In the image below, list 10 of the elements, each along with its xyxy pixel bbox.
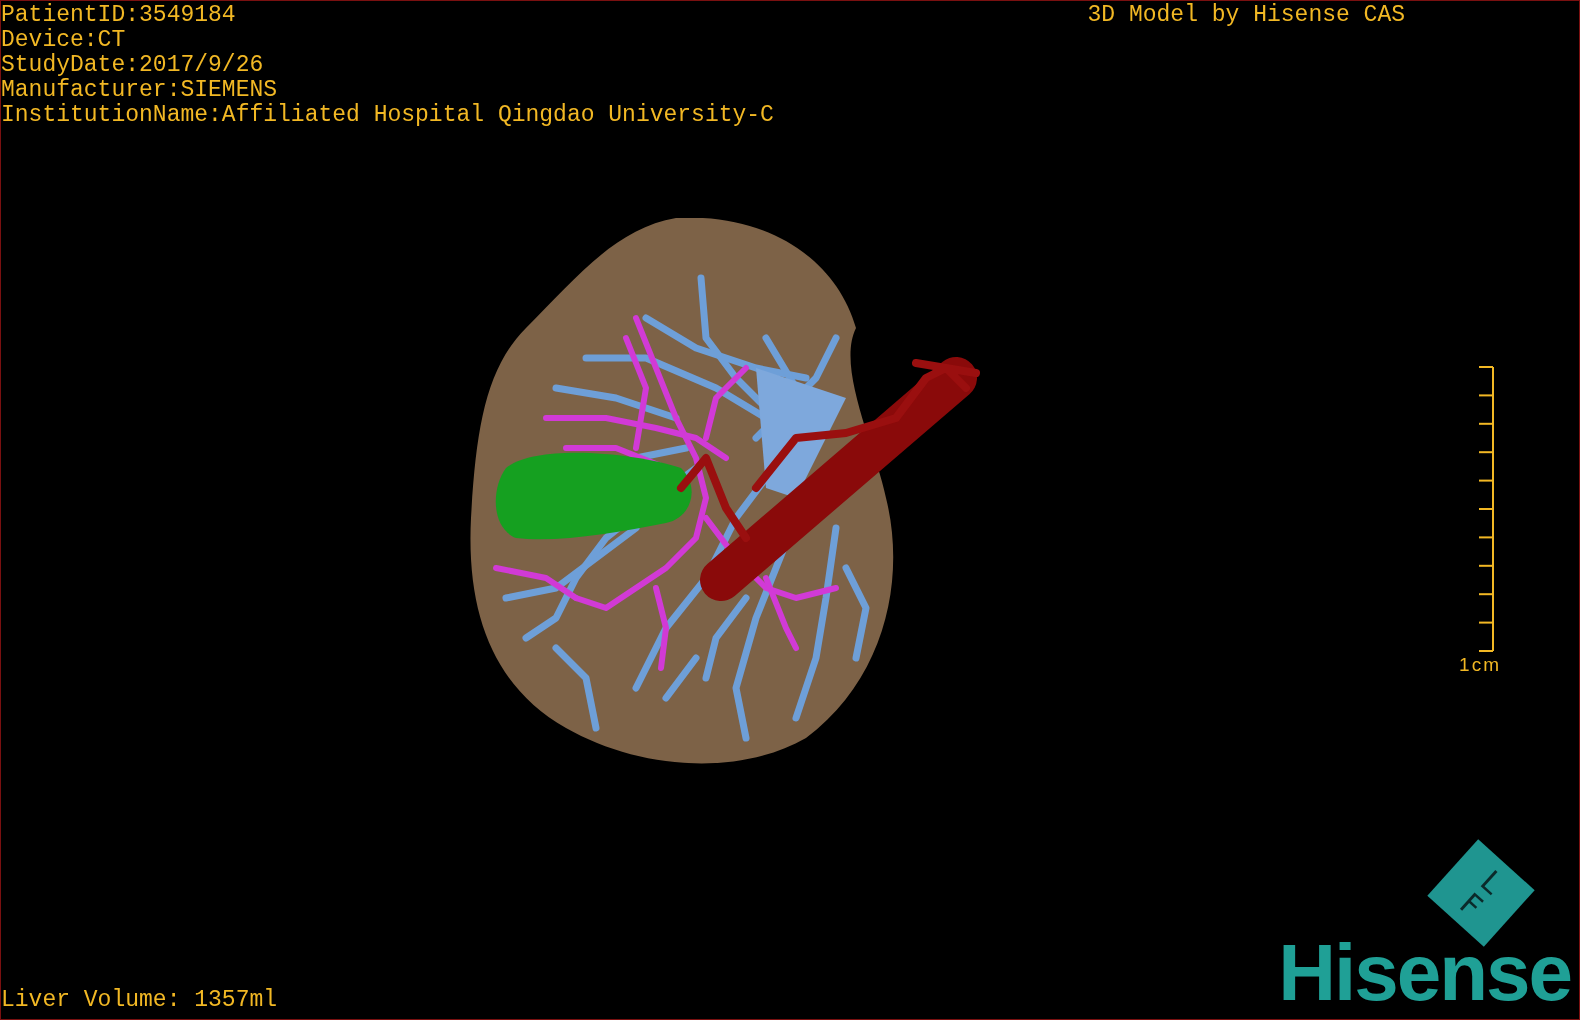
patient-info-text: Device:CT [1,28,127,53]
patient-info-text: PatientID:3549184 [1,3,237,28]
orientation-cube[interactable]: F L [1427,839,1535,947]
scale-ruler-icon [1477,366,1495,652]
liver-volume-text: Liver Volume: 1357ml [1,988,278,1013]
patient-info-text: StudyDate:2017/9/26 [1,53,265,78]
scale-label: 1cm [1459,654,1501,676]
patient-info-text: Manufacturer:SIEMENS [1,78,279,103]
model-title: 3D Model by Hisense CAS [1087,3,1405,28]
patient-info-text: InstitutionName:Affiliated Hospital Qingdao University-C [1,103,774,128]
